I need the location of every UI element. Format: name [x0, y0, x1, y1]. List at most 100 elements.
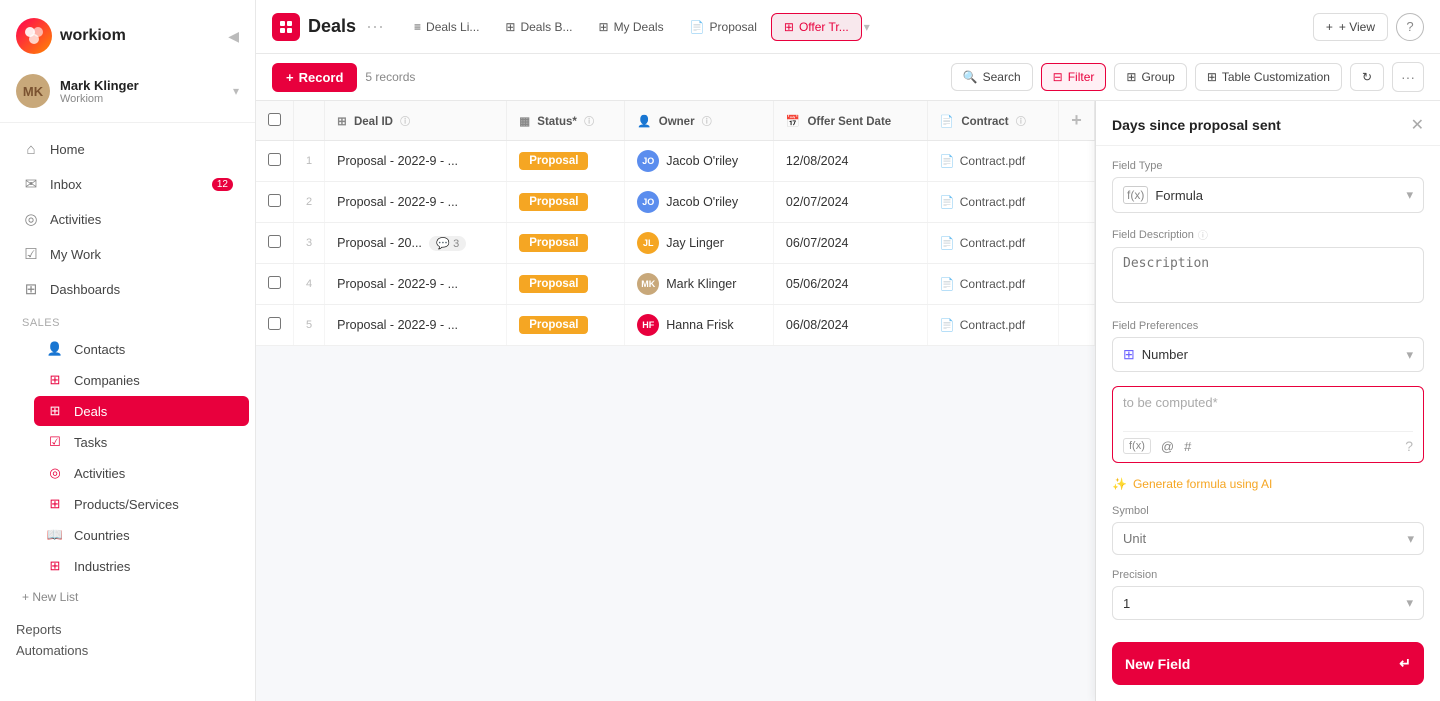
sidebar-item-activities-top[interactable]: ◎ Activities [6, 202, 249, 236]
col-deal-id[interactable]: ⊞ Deal ID ⓘ [325, 101, 507, 141]
field-type-select[interactable]: f(x) Formula ▾ [1112, 177, 1424, 213]
record-button[interactable]: + Record [272, 63, 357, 92]
sidebar-item-label: Activities [50, 212, 101, 227]
sidebar-item-inbox[interactable]: ✉ Inbox 12 [6, 167, 249, 201]
formula-help-icon[interactable]: ? [1405, 438, 1413, 454]
field-desc-input[interactable] [1112, 247, 1424, 303]
view-button[interactable]: + + View [1313, 13, 1388, 41]
sidebar-item-products[interactable]: ⊞ Products/Services [34, 489, 249, 519]
sidebar-item-label: Activities [74, 466, 125, 481]
row-checkbox[interactable] [268, 153, 281, 166]
tab-offer-tr[interactable]: ⊞ Offer Tr... [771, 13, 862, 41]
row-deal-id[interactable]: Proposal - 2022-9 - ... [325, 182, 507, 223]
col-status[interactable]: ▦ Status* ⓘ [507, 101, 625, 141]
formula-fx-tool[interactable]: f(x) [1123, 438, 1151, 454]
comment-badge[interactable]: 💬 3 [429, 236, 466, 251]
formula-at-tool[interactable]: @ [1161, 439, 1174, 454]
row-contract[interactable]: 📄 Contract.pdf [927, 305, 1058, 346]
row-empty [1059, 305, 1095, 346]
sidebar-item-tasks[interactable]: ☑ Tasks [34, 427, 249, 457]
filter-icon: ⊟ [1053, 70, 1063, 84]
table-row[interactable]: 3 Proposal - 20... 💬 3 Proposal JL Jay L… [256, 223, 1095, 264]
search-button[interactable]: 🔍 Search [951, 63, 1033, 91]
row-status[interactable]: Proposal [507, 264, 625, 305]
tab-deals-board[interactable]: ⊞ Deals B... [493, 14, 584, 40]
row-status[interactable]: Proposal [507, 223, 625, 264]
row-checkbox[interactable] [268, 317, 281, 330]
new-list-btn[interactable]: + New List [0, 582, 255, 612]
sidebar-item-deals[interactable]: ⊞ Deals [34, 396, 249, 426]
help-button[interactable]: ? [1396, 13, 1424, 41]
row-contract[interactable]: 📄 Contract.pdf [927, 264, 1058, 305]
row-status[interactable]: Proposal [507, 141, 625, 182]
formula-input[interactable]: to be computed* [1123, 395, 1413, 425]
row-checkbox-cell[interactable] [256, 223, 294, 264]
row-checkbox-cell[interactable] [256, 305, 294, 346]
sidebar-item-companies[interactable]: ⊞ Companies [34, 365, 249, 395]
row-checkbox[interactable] [268, 194, 281, 207]
tab-proposal[interactable]: 📄 Proposal [678, 14, 769, 40]
formula-hash-tool[interactable]: # [1184, 439, 1191, 454]
sidebar-item-activities[interactable]: ◎ Activities [34, 458, 249, 488]
row-owner[interactable]: JO Jacob O'riley [625, 182, 774, 223]
row-deal-id[interactable]: Proposal - 2022-9 - ... [325, 141, 507, 182]
field-prefs-select[interactable]: ⊞ Number ▾ [1112, 337, 1424, 372]
row-contract[interactable]: 📄 Contract.pdf [927, 182, 1058, 223]
page-more-icon[interactable]: ··· [366, 16, 384, 37]
more-options-button[interactable]: ··· [1392, 62, 1424, 92]
new-field-button[interactable]: New Field ↵ [1112, 642, 1424, 685]
row-checkbox[interactable] [268, 235, 281, 248]
row-checkbox-cell[interactable] [256, 141, 294, 182]
col-contract[interactable]: 📄 Contract ⓘ [927, 101, 1058, 141]
row-owner[interactable]: JO Jacob O'riley [625, 141, 774, 182]
row-contract[interactable]: 📄 Contract.pdf [927, 141, 1058, 182]
refresh-button[interactable]: ↻ [1350, 63, 1384, 91]
col-offer-sent-date[interactable]: 📅 Offer Sent Date [773, 101, 927, 141]
row-owner[interactable]: HF Hanna Frisk [625, 305, 774, 346]
table-row[interactable]: 5 Proposal - 2022-9 - ... Proposal HF Ha… [256, 305, 1095, 346]
sidebar-item-home[interactable]: ⌂ Home [6, 132, 249, 166]
row-checkbox[interactable] [268, 276, 281, 289]
sidebar-collapse-btn[interactable]: ◀ [228, 28, 239, 45]
group-button[interactable]: ⊞ Group [1114, 63, 1186, 91]
row-checkbox-cell[interactable] [256, 182, 294, 223]
sidebar-item-countries[interactable]: 📖 Countries [34, 520, 249, 550]
sidebar-item-mywork[interactable]: ☑ My Work [6, 237, 249, 271]
inbox-badge: 12 [212, 178, 233, 191]
select-all-checkbox[interactable] [268, 113, 281, 126]
formula-input-box[interactable]: to be computed* f(x) @ # ? [1112, 386, 1424, 463]
row-status[interactable]: Proposal [507, 182, 625, 223]
unit-input[interactable] [1112, 522, 1424, 555]
row-checkbox-cell[interactable] [256, 264, 294, 305]
table-row[interactable]: 2 Proposal - 2022-9 - ... Proposal JO Ja… [256, 182, 1095, 223]
sidebar-item-label: Countries [74, 528, 130, 543]
sidebar-item-industries[interactable]: ⊞ Industries [34, 551, 249, 581]
table-row[interactable]: 1 Proposal - 2022-9 - ... Proposal JO Ja… [256, 141, 1095, 182]
content-area: ⊞ Deal ID ⓘ ▦ Status* ⓘ 👤 Owner ⓘ [256, 101, 1440, 701]
add-column-btn[interactable]: + [1059, 101, 1095, 141]
col-owner[interactable]: 👤 Owner ⓘ [625, 101, 774, 141]
owner-icon: 👤 [637, 116, 651, 128]
tab-deals-list[interactable]: ≡ Deals Li... [402, 14, 491, 40]
filter-button[interactable]: ⊟ Filter [1041, 63, 1107, 91]
products-icon: ⊞ [46, 495, 64, 513]
user-menu-chevron[interactable]: ▾ [233, 84, 239, 98]
precision-select[interactable]: 1 ▾ [1112, 586, 1424, 620]
row-owner[interactable]: JL Jay Linger [625, 223, 774, 264]
tab-my-deals[interactable]: ⊞ My Deals [587, 14, 676, 40]
ai-generate-btn[interactable]: ✨ Generate formula using AI [1112, 477, 1424, 491]
row-deal-id[interactable]: Proposal - 20... 💬 3 [325, 223, 507, 264]
panel-close-button[interactable]: ✕ [1411, 115, 1424, 135]
table-row[interactable]: 4 Proposal - 2022-9 - ... Proposal MK Ma… [256, 264, 1095, 305]
col-checkbox[interactable] [256, 101, 294, 141]
sidebar-navigation: ⌂ Home ✉ Inbox 12 ◎ Activities ☑ My Work… [0, 123, 255, 701]
sidebar-item-dashboards[interactable]: ⊞ Dashboards [6, 272, 249, 306]
table-customize-button[interactable]: ⊞ Table Customization [1195, 63, 1342, 91]
sidebar-item-contacts[interactable]: 👤 Contacts [34, 334, 249, 364]
row-status[interactable]: Proposal [507, 305, 625, 346]
row-contract[interactable]: 📄 Contract.pdf [927, 223, 1058, 264]
row-deal-id[interactable]: Proposal - 2022-9 - ... [325, 264, 507, 305]
row-deal-id[interactable]: Proposal - 2022-9 - ... [325, 305, 507, 346]
tab-expand-arrow[interactable]: ▾ [864, 20, 870, 34]
row-owner[interactable]: MK Mark Klinger [625, 264, 774, 305]
